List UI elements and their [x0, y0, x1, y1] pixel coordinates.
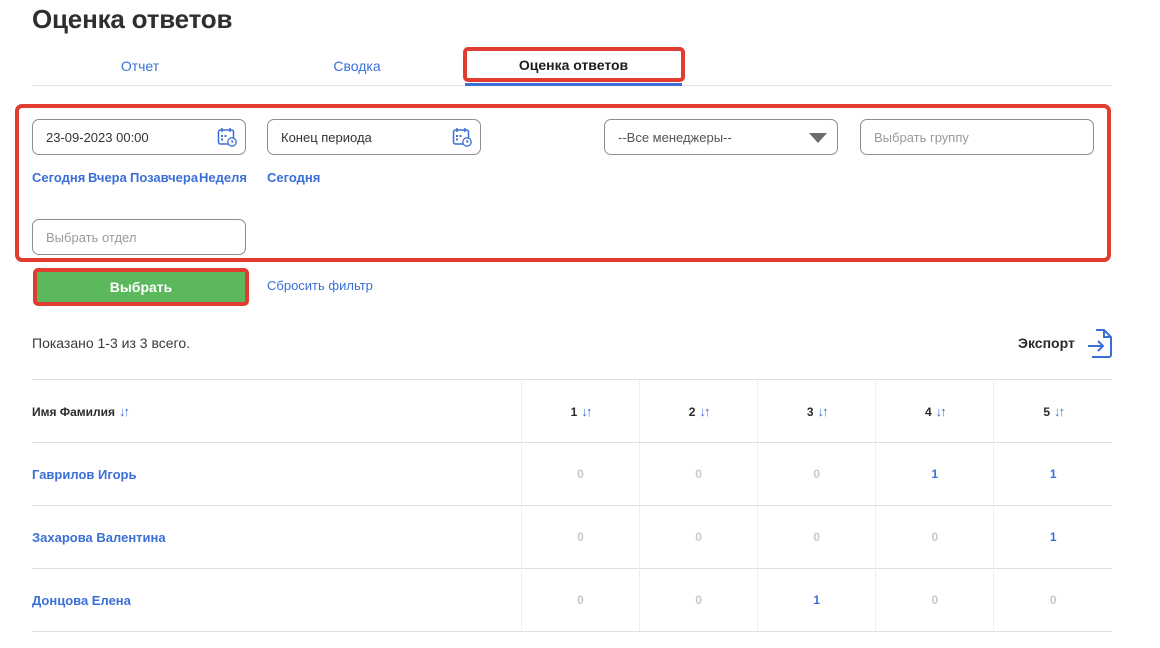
department-placeholder: Выбрать отдел	[46, 229, 137, 245]
employee-name-link[interactable]: Гаврилов Игорь	[32, 442, 522, 506]
ratings-table: Имя Фамилия ↓↑ 1 ↓↑ 2 ↓↑ 3 ↓↑ 4 ↓↑ 5 ↓↑ Гаврил…	[32, 379, 1112, 632]
rating-count-cell[interactable]: 1	[993, 442, 1112, 506]
employee-name-link[interactable]: Донцова Елена	[32, 568, 522, 632]
select-button[interactable]: Выбрать	[33, 268, 249, 306]
quick-day-before-yesterday[interactable]: Позавчера	[130, 170, 198, 185]
group-placeholder: Выбрать группу	[874, 129, 969, 145]
chevron-down-icon	[809, 133, 827, 143]
end-date-placeholder: Конец периода	[281, 129, 372, 145]
tab-answer-rating[interactable]: Оценка ответов	[465, 46, 682, 86]
tab-bar: Отчет Сводка Оценка ответов	[32, 46, 1112, 86]
rating-count-cell[interactable]: 1	[875, 442, 994, 506]
rating-count-cell: 0	[757, 442, 876, 506]
table-row: Гаврилов Игорь 0 0 0 1 1	[32, 442, 1112, 506]
manager-select[interactable]: --Все менеджеры--	[604, 119, 838, 155]
rating-count-cell[interactable]: 1	[757, 568, 876, 632]
tab-report[interactable]: Отчет	[32, 46, 248, 86]
sort-icon[interactable]: ↓↑	[1054, 404, 1065, 419]
rating-count-cell: 0	[520, 505, 640, 569]
quick-end-today[interactable]: Сегодня	[267, 170, 320, 185]
rating-count-cell[interactable]: 1	[993, 505, 1112, 569]
sort-icon[interactable]: ↓↑	[818, 404, 829, 419]
rating-count-cell: 0	[520, 442, 640, 506]
rating-count-cell: 0	[639, 505, 758, 569]
export-icon[interactable]	[1086, 328, 1114, 358]
quick-yesterday[interactable]: Вчера	[88, 170, 127, 185]
rating-count-cell: 0	[639, 442, 758, 506]
sort-icon[interactable]: ↓↑	[119, 404, 130, 419]
start-date-field[interactable]: 23-09-2023 00:00	[32, 119, 246, 155]
quick-today[interactable]: Сегодня	[32, 170, 85, 185]
table-header-row: Имя Фамилия ↓↑ 1 ↓↑ 2 ↓↑ 3 ↓↑ 4 ↓↑ 5 ↓↑	[32, 379, 1112, 443]
manager-select-value: --Все менеджеры--	[618, 129, 732, 145]
calendar-icon[interactable]	[217, 127, 237, 147]
quick-week[interactable]: Неделя	[199, 170, 247, 185]
column-header-2[interactable]: 2 ↓↑	[639, 379, 758, 443]
rating-count-cell: 0	[520, 568, 640, 632]
rating-count-cell: 0	[993, 568, 1112, 632]
sort-icon[interactable]: ↓↑	[581, 404, 592, 419]
page-title: Оценка ответов	[32, 4, 233, 34]
rating-count-cell: 0	[875, 505, 994, 569]
group-input[interactable]: Выбрать группу	[860, 119, 1094, 155]
rating-count-cell: 0	[757, 505, 876, 569]
start-date-value: 23-09-2023 00:00	[46, 129, 149, 145]
column-header-name[interactable]: Имя Фамилия ↓↑	[32, 379, 522, 443]
table-row: Захарова Валентина 0 0 0 0 1	[32, 505, 1112, 569]
tab-summary[interactable]: Сводка	[248, 46, 466, 86]
column-header-5[interactable]: 5 ↓↑	[993, 379, 1112, 443]
sort-icon[interactable]: ↓↑	[936, 404, 947, 419]
column-header-3[interactable]: 3 ↓↑	[757, 379, 876, 443]
table-row: Донцова Елена 0 0 1 0 0	[32, 568, 1112, 632]
sort-icon[interactable]: ↓↑	[699, 404, 710, 419]
end-date-field[interactable]: Конец периода	[267, 119, 481, 155]
rating-count-cell: 0	[639, 568, 758, 632]
column-header-4[interactable]: 4 ↓↑	[875, 379, 994, 443]
calendar-icon[interactable]	[452, 127, 472, 147]
reset-filter-link[interactable]: Сбросить фильтр	[267, 278, 373, 293]
department-input[interactable]: Выбрать отдел	[32, 219, 246, 255]
employee-name-link[interactable]: Захарова Валентина	[32, 505, 522, 569]
results-summary: Показано 1-3 из 3 всего.	[32, 335, 190, 351]
rating-count-cell: 0	[875, 568, 994, 632]
column-header-1[interactable]: 1 ↓↑	[520, 379, 640, 443]
export-button[interactable]: Экспорт	[1018, 335, 1075, 351]
